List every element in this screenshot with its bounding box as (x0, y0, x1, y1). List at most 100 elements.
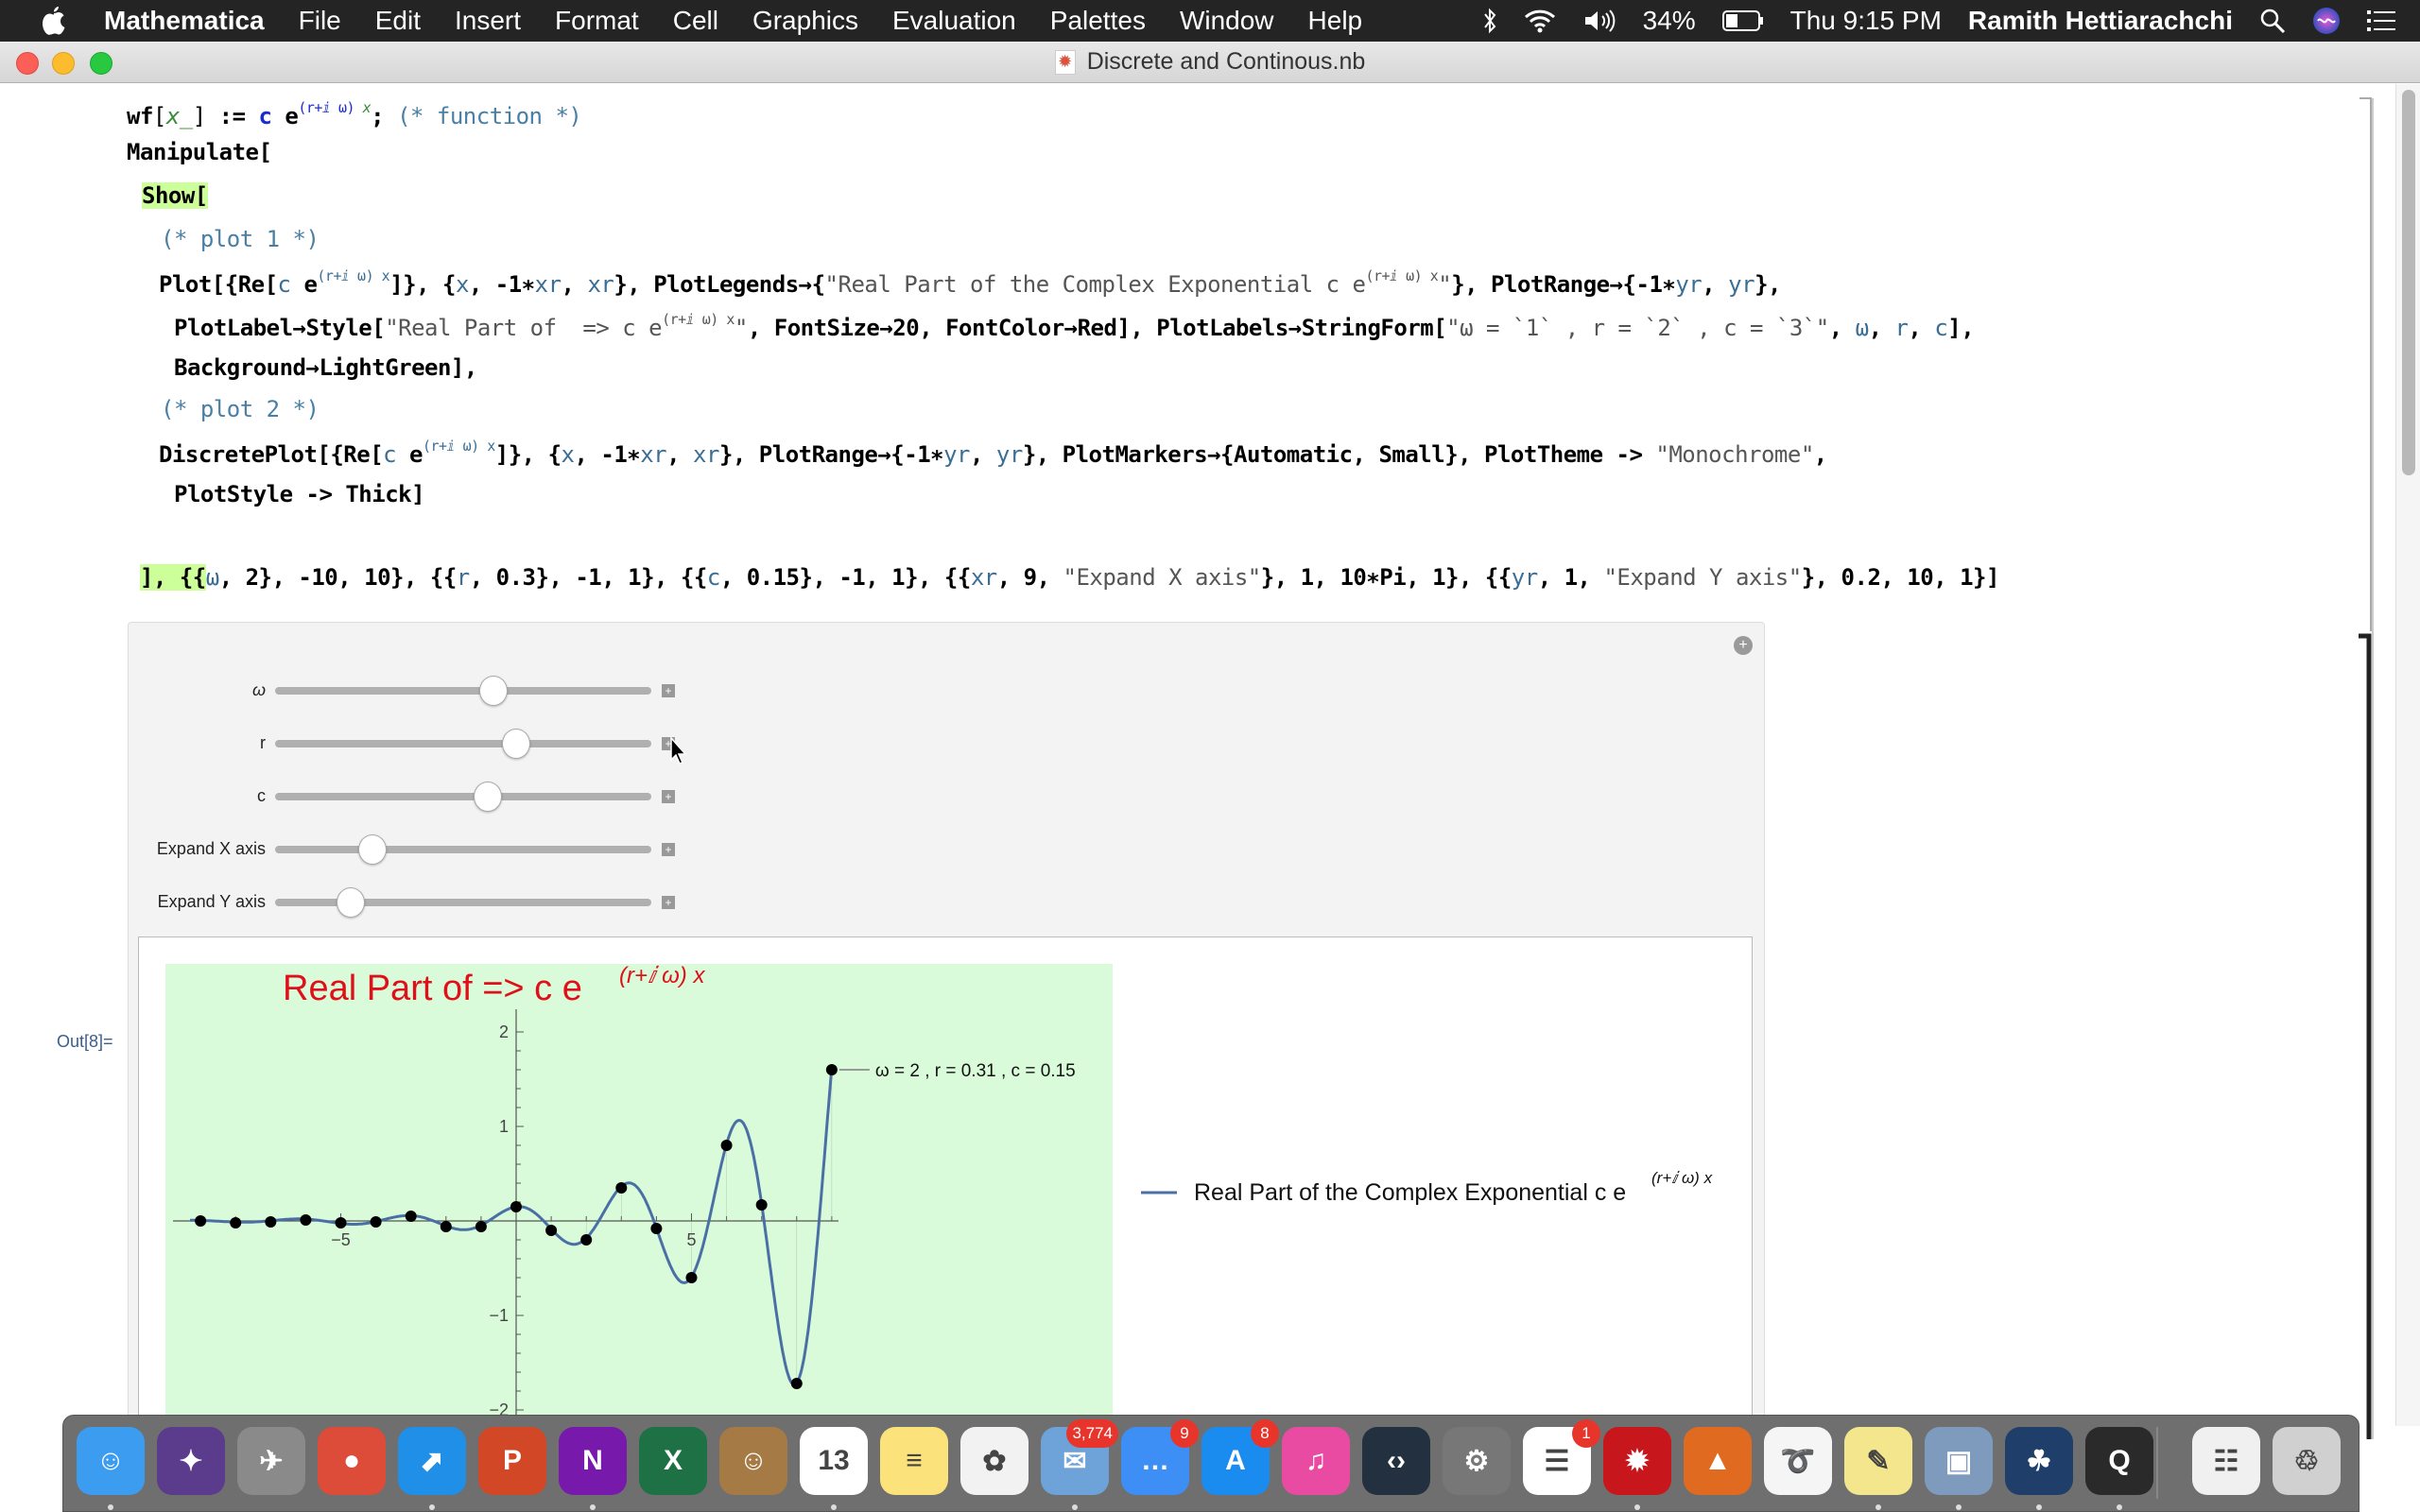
menu-window[interactable]: Window (1180, 6, 1274, 36)
volume-icon[interactable] (1582, 8, 1616, 34)
dock-app-messages[interactable]: … 9 (1121, 1419, 1199, 1495)
notification-center-icon[interactable] (2367, 9, 2395, 32)
manipulate-options-button[interactable]: + (1734, 636, 1753, 655)
menu-file[interactable]: File (299, 6, 341, 36)
menu-graphics[interactable]: Graphics (752, 6, 858, 36)
discrete-point (650, 1223, 663, 1234)
powerpoint-icon: P (502, 1445, 522, 1476)
slider-track[interactable] (275, 687, 651, 695)
dock-app-python-launcher[interactable]: ➰ (1764, 1427, 1832, 1495)
dock-app-calendar[interactable]: 13 (800, 1427, 868, 1510)
dock-app-trash[interactable]: ♲ (2273, 1427, 2341, 1495)
scrollbar-thumb[interactable] (2402, 90, 2415, 475)
dock-app-stickies[interactable]: ✎ (1844, 1427, 1912, 1510)
dock-app-contacts[interactable]: ☺ (719, 1427, 787, 1495)
user-name[interactable]: Ramith Hettiarachchi (1968, 6, 2233, 36)
slider-track[interactable] (275, 846, 651, 853)
clock[interactable]: Thu 9:15 PM (1790, 6, 1942, 36)
apple-menu-icon[interactable] (38, 4, 70, 38)
menu-help[interactable]: Help (1308, 6, 1363, 36)
dock-app-chrome[interactable]: ● (318, 1427, 386, 1495)
wifi-icon[interactable] (1524, 9, 1556, 33)
code-line-manipulate[interactable]: Manipulate[ (127, 139, 272, 165)
manipulate-panel: + ω + r + c + Expand X axis + Expand Y axis + −5 5… (128, 622, 1765, 1474)
window-title: Discrete and Continous.nb (1086, 48, 1366, 75)
dock-app-vscode[interactable]: ‹› (1362, 1427, 1430, 1495)
code-line-show[interactable]: Show[ (142, 182, 208, 209)
dock-app-onenote[interactable]: N (559, 1427, 627, 1510)
dock-app-mathematica[interactable]: ✹ (1603, 1427, 1671, 1510)
dock-app-siri[interactable]: ✦ (157, 1427, 225, 1495)
running-indicator (590, 1504, 596, 1510)
menu-app-name[interactable]: Mathematica (104, 6, 265, 36)
dock-app-finder[interactable]: ☺ (77, 1427, 145, 1510)
battery-icon[interactable] (1721, 10, 1764, 31)
dock-app-launchpad[interactable]: ✈ (237, 1427, 305, 1495)
zoom-window-button[interactable] (90, 52, 112, 75)
vertical-scrollbar[interactable] (2395, 84, 2420, 1426)
dock-app-mail[interactable]: ✉ 3,774 (1041, 1419, 1118, 1510)
itunes-icon: ♫ (1305, 1445, 1327, 1476)
dock-app-notes[interactable]: ≡ (880, 1427, 948, 1495)
slider-track[interactable] (275, 740, 651, 747)
code-line-controls[interactable]: ], {{ω, 2}, -10, 10}, {{r, 0.3}, -1, 1},… (140, 564, 1999, 591)
code-token: , (561, 271, 588, 298)
slider-expand-button[interactable]: + (662, 790, 675, 803)
slider-track[interactable] (275, 793, 651, 800)
menu-format[interactable]: Format (555, 6, 639, 36)
code-line-definition[interactable]: wf[x_] := c e(r+ⅈ ω) x; (* function *) (127, 99, 582, 129)
slider-expand-button[interactable]: + (662, 843, 675, 856)
dock-app-app-store[interactable]: A8 (1201, 1419, 1279, 1495)
dock-app-excel[interactable]: X (639, 1427, 707, 1495)
code-comment-plot1[interactable]: (* plot 1 *) (161, 226, 320, 252)
slider-expand-button[interactable]: + (662, 684, 675, 697)
code-line-plotstyle[interactable]: PlotStyle -> Thick] (174, 481, 425, 507)
code-token: , (1828, 315, 1856, 341)
menu-insert[interactable]: Insert (455, 6, 521, 36)
cell-brackets[interactable] (2356, 97, 2375, 1439)
slider-expand-button[interactable]: + (662, 896, 675, 909)
dock-app-documents[interactable]: ☷ (2192, 1427, 2260, 1495)
slider-thumb[interactable] (358, 834, 388, 865)
slider-label: Expand X axis (156, 839, 266, 858)
code-line-background[interactable]: Background→LightGreen], (174, 354, 477, 381)
y-tick-label: 2 (499, 1022, 509, 1041)
slider-label: ω (251, 680, 266, 699)
dock-app-itunes[interactable]: ♫ (1282, 1427, 1350, 1495)
dock-app-photos[interactable]: ✿ (960, 1427, 1028, 1495)
minimize-window-button[interactable] (52, 52, 75, 75)
code-token: wf (127, 103, 153, 129)
dock-app-preview[interactable]: ▣ (1925, 1427, 1993, 1510)
close-window-button[interactable] (16, 52, 39, 75)
bluetooth-icon[interactable] (1482, 8, 1497, 34)
code-var-r: r (456, 564, 470, 591)
dock-app-system-preferences[interactable]: ⚙ (1443, 1427, 1511, 1495)
menu-palettes[interactable]: Palettes (1050, 6, 1146, 36)
code-string: "Monochrome" (1655, 441, 1814, 468)
dock-app-quicktime[interactable]: Q (2085, 1427, 2153, 1510)
mail-icon: ✉ (1063, 1445, 1087, 1477)
dock-app-powerpoint[interactable]: P (478, 1427, 546, 1495)
slider-thumb[interactable] (473, 782, 502, 812)
excel-icon: X (663, 1445, 683, 1476)
siri-icon[interactable] (2312, 7, 2341, 35)
vscode-icon: ‹› (1387, 1445, 1406, 1476)
code-line-plotlabel[interactable]: PlotLabel→Style["Real Part of => c e(r+ⅈ… (174, 311, 1975, 341)
slider-thumb[interactable] (336, 887, 365, 918)
slider-track[interactable] (275, 899, 651, 906)
spotlight-icon[interactable] (2259, 8, 2286, 34)
menu-cell[interactable]: Cell (673, 6, 718, 36)
code-comment-plot2[interactable]: (* plot 2 *) (161, 396, 320, 422)
dock-app-safari[interactable]: ⬈ (398, 1427, 466, 1510)
discrete-point (755, 1199, 768, 1211)
dock-app-sourcetree[interactable]: ☘ (2005, 1427, 2073, 1510)
slider-thumb[interactable] (501, 729, 530, 759)
code-line-discreteplot[interactable]: DiscretePlot[{Re[c e(r+ⅈ ω) x]}, {x, -1∗… (159, 438, 1827, 468)
slider-thumb[interactable] (478, 676, 508, 706)
discrete-point (615, 1182, 628, 1194)
dock-app-reminders[interactable]: ☰ 1 (1523, 1419, 1600, 1495)
menu-edit[interactable]: Edit (375, 6, 421, 36)
menu-evaluation[interactable]: Evaluation (892, 6, 1016, 36)
code-line-plot[interactable]: Plot[{Re[c e(r+ⅈ ω) x]}, {x, -1∗xr, xr},… (159, 267, 1781, 298)
dock-app-matlab[interactable]: ▲ (1684, 1427, 1752, 1495)
